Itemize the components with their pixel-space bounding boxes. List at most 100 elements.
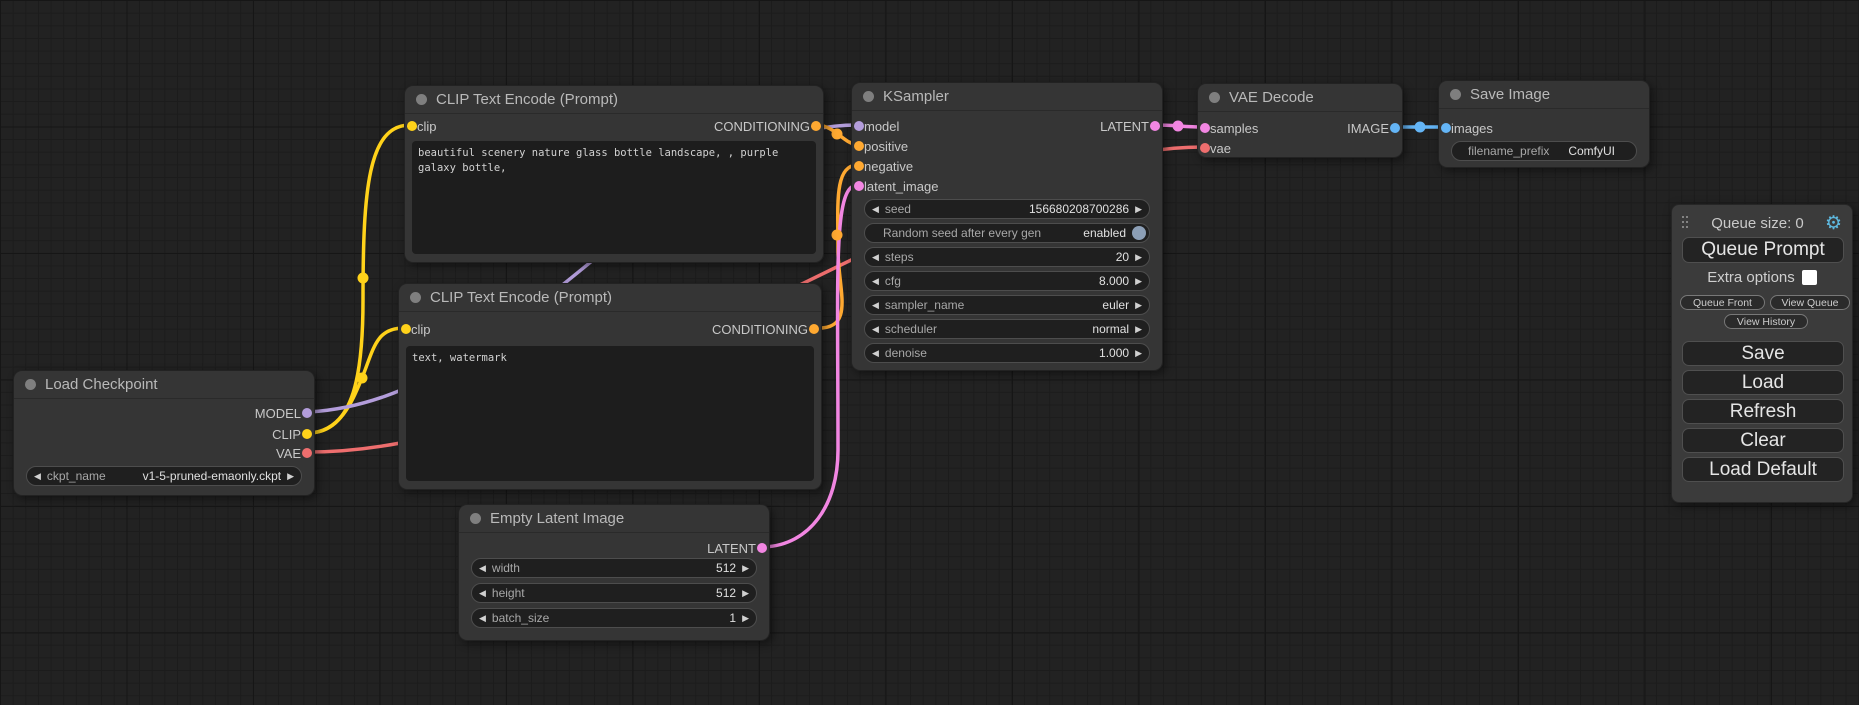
widget-label: Random seed after every gen: [883, 226, 1077, 240]
next-value-arrow-icon[interactable]: ▶: [742, 613, 749, 624]
image-output-port[interactable]: [1390, 123, 1400, 133]
random-seed-widget[interactable]: Random seed after every gen enabled: [864, 223, 1150, 243]
height-widget[interactable]: ◀ height 512 ▶: [471, 583, 757, 603]
positive-prompt-textarea[interactable]: beautiful scenery nature glass bottle la…: [412, 141, 816, 254]
seed-widget[interactable]: ◀ seed 156680208700286 ▶: [864, 199, 1150, 219]
node-title-bar[interactable]: Save Image: [1439, 81, 1649, 109]
negative-input-port[interactable]: [854, 161, 864, 171]
next-value-arrow-icon[interactable]: ▶: [742, 588, 749, 599]
prev-value-arrow-icon[interactable]: ◀: [872, 348, 879, 359]
view-history-button[interactable]: View History: [1724, 314, 1808, 329]
latent-output-port[interactable]: [1150, 121, 1160, 131]
node-clip-text-encode-positive[interactable]: CLIP Text Encode (Prompt) clip CONDITION…: [404, 85, 824, 263]
width-widget[interactable]: ◀ width 512 ▶: [471, 558, 757, 578]
node-title-bar[interactable]: Load Checkpoint: [14, 371, 314, 399]
prev-value-arrow-icon[interactable]: ◀: [872, 276, 879, 287]
node-title-bar[interactable]: Empty Latent Image: [459, 505, 769, 533]
widget-value: 8.000: [1099, 274, 1129, 288]
clip-output-port[interactable]: [302, 429, 312, 439]
prev-value-arrow-icon[interactable]: ◀: [872, 252, 879, 263]
next-value-arrow-icon[interactable]: ▶: [1135, 300, 1142, 311]
negative-prompt-textarea[interactable]: text, watermark: [406, 346, 814, 481]
positive-input-port[interactable]: [854, 141, 864, 151]
sampler-name-widget[interactable]: ◀ sampler_name euler ▶: [864, 295, 1150, 315]
save-button[interactable]: Save: [1682, 341, 1844, 366]
scheduler-widget[interactable]: ◀ scheduler normal ▶: [864, 319, 1150, 339]
next-value-arrow-icon[interactable]: ▶: [742, 563, 749, 574]
extra-options-label: Extra options: [1707, 269, 1795, 286]
widget-label: filename_prefix: [1468, 144, 1562, 158]
ckpt-name-widget[interactable]: ◀ ckpt_name v1-5-pruned-emaonly.ckpt ▶: [26, 466, 302, 486]
model-input-port[interactable]: [854, 121, 864, 131]
latent-output-port[interactable]: [757, 543, 767, 553]
node-clip-text-encode-negative[interactable]: CLIP Text Encode (Prompt) clip CONDITION…: [398, 283, 822, 490]
collapse-dot-icon[interactable]: [410, 292, 421, 303]
node-title-bar[interactable]: CLIP Text Encode (Prompt): [405, 86, 823, 114]
images-input-label: images: [1451, 121, 1493, 135]
next-value-arrow-icon[interactable]: ▶: [1135, 276, 1142, 287]
node-ksampler[interactable]: KSampler model positive negative latent_…: [851, 82, 1163, 371]
drag-handle-icon[interactable]: [1682, 216, 1690, 231]
samples-input-port[interactable]: [1200, 123, 1210, 133]
prev-value-arrow-icon[interactable]: ◀: [479, 588, 486, 599]
conditioning-output-label: CONDITIONING: [714, 119, 810, 133]
node-empty-latent-image[interactable]: Empty Latent Image LATENT ◀ width 512 ▶ …: [458, 504, 770, 641]
load-default-button[interactable]: Load Default: [1682, 457, 1844, 482]
filename-prefix-widget[interactable]: filename_prefix ComfyUI: [1451, 141, 1637, 161]
node-vae-decode[interactable]: VAE Decode samples vae IMAGE: [1197, 83, 1403, 158]
prev-value-arrow-icon[interactable]: ◀: [872, 204, 879, 215]
next-value-arrow-icon[interactable]: ▶: [1135, 324, 1142, 335]
cfg-widget[interactable]: ◀ cfg 8.000 ▶: [864, 271, 1150, 291]
image-output-label: IMAGE: [1347, 121, 1389, 135]
node-title-bar[interactable]: VAE Decode: [1198, 84, 1402, 112]
prev-value-arrow-icon[interactable]: ◀: [34, 471, 41, 482]
clip-input-port[interactable]: [401, 324, 411, 334]
widget-value: 20: [1116, 250, 1129, 264]
node-load-checkpoint[interactable]: Load Checkpoint MODEL CLIP VAE ◀ ckpt_na…: [13, 370, 315, 496]
comfyui-canvas[interactable]: { "icons": { "left_arrow": "◀", "right_a…: [0, 0, 1859, 705]
prev-value-arrow-icon[interactable]: ◀: [479, 613, 486, 624]
positive-input-label: positive: [864, 139, 908, 153]
collapse-dot-icon[interactable]: [25, 379, 36, 390]
clip-output-label: CLIP: [272, 427, 301, 441]
collapse-dot-icon[interactable]: [416, 94, 427, 105]
widget-label: ckpt_name: [47, 469, 137, 483]
toggle-circle-icon[interactable]: [1132, 226, 1146, 240]
next-value-arrow-icon[interactable]: ▶: [1135, 204, 1142, 215]
latent-output-label: LATENT: [707, 541, 756, 555]
widget-label: batch_size: [492, 611, 723, 625]
extra-options-checkbox[interactable]: [1802, 270, 1817, 285]
denoise-widget[interactable]: ◀ denoise 1.000 ▶: [864, 343, 1150, 363]
queue-front-button[interactable]: Queue Front: [1680, 295, 1765, 310]
conditioning-output-port[interactable]: [809, 324, 819, 334]
collapse-dot-icon[interactable]: [470, 513, 481, 524]
collapse-dot-icon[interactable]: [1209, 92, 1220, 103]
vae-output-port[interactable]: [302, 448, 312, 458]
conditioning-output-port[interactable]: [811, 121, 821, 131]
refresh-button[interactable]: Refresh: [1682, 399, 1844, 424]
widget-value: normal: [1092, 322, 1129, 336]
prev-value-arrow-icon[interactable]: ◀: [872, 300, 879, 311]
node-title-bar[interactable]: KSampler: [852, 83, 1162, 111]
latent-image-input-port[interactable]: [854, 181, 864, 191]
batch-size-widget[interactable]: ◀ batch_size 1 ▶: [471, 608, 757, 628]
next-value-arrow-icon[interactable]: ▶: [287, 471, 294, 482]
vae-input-port[interactable]: [1200, 143, 1210, 153]
model-output-port[interactable]: [302, 408, 312, 418]
prev-value-arrow-icon[interactable]: ◀: [479, 563, 486, 574]
images-input-port[interactable]: [1441, 123, 1451, 133]
load-button[interactable]: Load: [1682, 370, 1844, 395]
clip-input-port[interactable]: [407, 121, 417, 131]
clear-button[interactable]: Clear: [1682, 428, 1844, 453]
node-title-bar[interactable]: CLIP Text Encode (Prompt): [399, 284, 821, 312]
node-save-image[interactable]: Save Image images filename_prefix ComfyU…: [1438, 80, 1650, 168]
collapse-dot-icon[interactable]: [863, 91, 874, 102]
view-queue-button[interactable]: View Queue: [1770, 295, 1850, 310]
queue-prompt-button[interactable]: Queue Prompt: [1682, 237, 1844, 263]
steps-widget[interactable]: ◀ steps 20 ▶: [864, 247, 1150, 267]
settings-gear-icon[interactable]: ⚙: [1825, 214, 1842, 233]
next-value-arrow-icon[interactable]: ▶: [1135, 252, 1142, 263]
prev-value-arrow-icon[interactable]: ◀: [872, 324, 879, 335]
next-value-arrow-icon[interactable]: ▶: [1135, 348, 1142, 359]
collapse-dot-icon[interactable]: [1450, 89, 1461, 100]
